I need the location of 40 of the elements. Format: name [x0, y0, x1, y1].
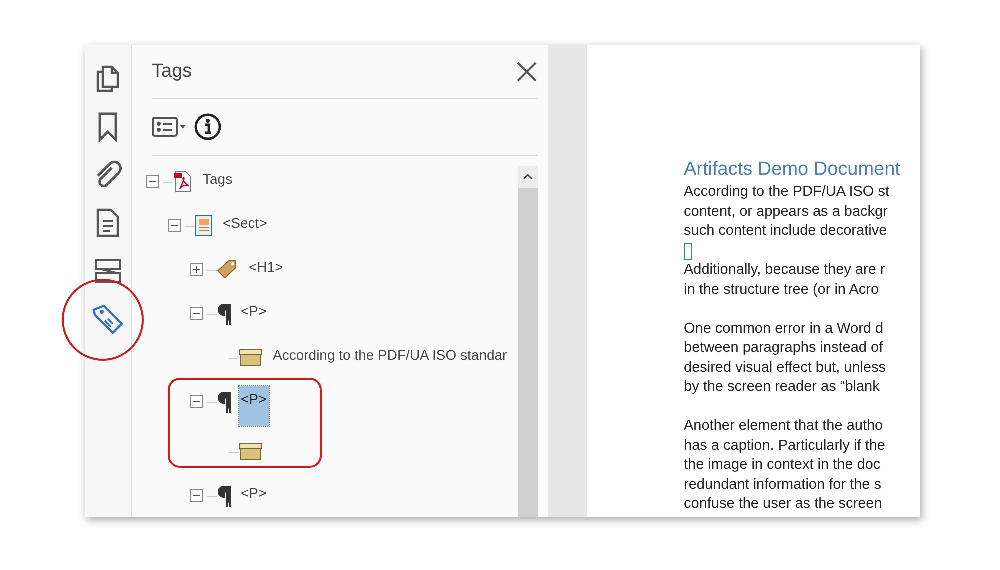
- collapse-icon[interactable]: [190, 395, 203, 408]
- paragraph-text: Another element that the autho has a caption. Particularly if the the image in context in the doc redundant information for the s confuse the user as the screen: [684, 417, 886, 514]
- tag-icon: [91, 304, 125, 334]
- bookmark-icon: [98, 112, 118, 142]
- tree-item[interactable]: <H1>: [247, 254, 286, 280]
- tag-icon: [217, 259, 239, 279]
- tree-item[interactable]: <Sect>: [221, 210, 270, 236]
- document-title: Artifacts Demo Document: [684, 159, 902, 181]
- collapse-icon[interactable]: [190, 307, 203, 320]
- paragraph-icon: [217, 485, 231, 507]
- expand-icon[interactable]: [190, 263, 203, 276]
- text-cursor: [684, 242, 692, 260]
- box-icon: [239, 347, 263, 367]
- collapse-icon[interactable]: [146, 175, 159, 188]
- paragraph-icon: [217, 303, 231, 325]
- tree-item[interactable]: <P>: [239, 386, 269, 426]
- pdf-file-icon: [173, 171, 193, 193]
- paragraph-text: According to the PDF/UA ISO st content, or appears as a backgr such content include decorative: [684, 183, 890, 241]
- paragraph-text: One common error in a Word d between paragraphs instead of desired visual effect but, unless by the screen reader as “blank: [684, 320, 888, 397]
- tree-item[interactable]: Tags: [201, 166, 235, 192]
- tree-item[interactable]: According to the PDF/UA ISO standar: [271, 342, 510, 368]
- close-button[interactable]: [516, 60, 538, 82]
- sidebar-button[interactable]: [90, 303, 126, 335]
- scroll-up-button[interactable]: [518, 166, 538, 188]
- collapse-icon[interactable]: [168, 219, 181, 232]
- section-icon: [195, 215, 213, 237]
- caret-up-icon: [523, 174, 533, 180]
- options-button[interactable]: [152, 116, 188, 138]
- scrollbar[interactable]: [518, 166, 538, 517]
- compare-icon: [94, 258, 122, 284]
- pages-icon: [95, 65, 121, 93]
- info-button[interactable]: [194, 113, 222, 141]
- collapse-icon[interactable]: [190, 489, 203, 502]
- paragraph-icon: [217, 391, 231, 413]
- box-icon: [239, 441, 263, 461]
- paragraph-text: Additionally, because they are r in the structure tree (or in Acro: [684, 261, 886, 300]
- tree-item[interactable]: <P>: [239, 298, 269, 324]
- tree-item[interactable]: <P>: [239, 480, 269, 506]
- document-icon: [96, 208, 120, 238]
- panel-title: Tags: [152, 60, 192, 82]
